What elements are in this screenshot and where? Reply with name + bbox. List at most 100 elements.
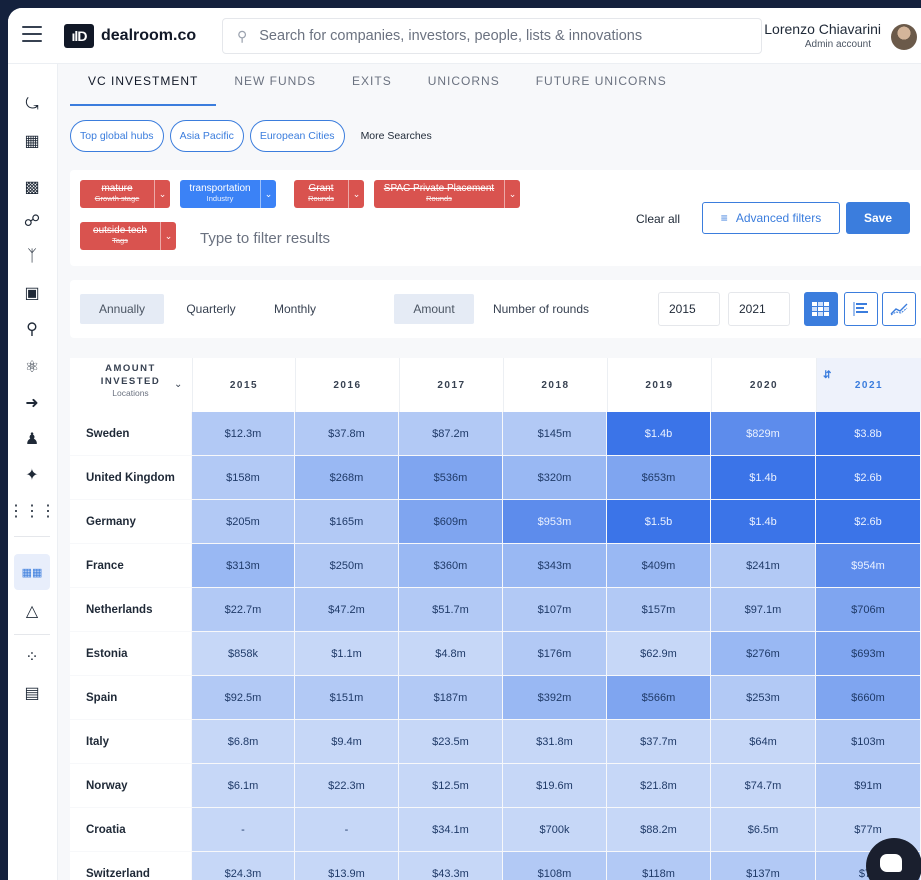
measure-amount[interactable]: Amount bbox=[394, 294, 474, 324]
heatmap-cell[interactable]: $250m bbox=[295, 544, 398, 587]
column-header-2021[interactable]: ⇵ 2021 bbox=[816, 358, 921, 412]
heatmap-cell[interactable]: $409m bbox=[607, 544, 710, 587]
heatmap-cell[interactable]: $693m bbox=[816, 632, 920, 675]
heatmap-cell[interactable]: $24.3m bbox=[192, 852, 294, 880]
location-name[interactable]: United Kingdom bbox=[70, 456, 191, 499]
heatmap-cell[interactable]: $97.1m bbox=[711, 588, 815, 631]
chevron-down-icon[interactable]: ⌄ bbox=[160, 222, 176, 250]
heatmap-cell[interactable]: $12.3m bbox=[192, 412, 294, 455]
heatmap-cell[interactable]: $34.1m bbox=[399, 808, 502, 851]
network-icon[interactable]: ⁘ bbox=[21, 646, 43, 668]
heatmap-cell[interactable]: $118m bbox=[607, 852, 710, 880]
year-to-select[interactable]: 2021 bbox=[728, 292, 790, 326]
heatmap-cell[interactable]: $12.5m bbox=[399, 764, 502, 807]
heatmap-cell[interactable]: $31.8m bbox=[503, 720, 606, 763]
line-view-button[interactable] bbox=[882, 292, 916, 326]
heatmap-cell[interactable]: $1.4b bbox=[711, 500, 815, 543]
heatmap-cell[interactable]: $108m bbox=[503, 852, 606, 880]
heatmap-cell[interactable]: $954m bbox=[816, 544, 920, 587]
logo[interactable]: ılD dealroom.co bbox=[64, 24, 196, 48]
heatmap-cell[interactable]: $43.3m bbox=[399, 852, 502, 880]
filter-chip[interactable]: transportation Industry ⌄ bbox=[180, 180, 276, 208]
heatmap-cell[interactable]: $829m bbox=[711, 412, 815, 455]
heatmap-cell[interactable]: $1.1m bbox=[295, 632, 398, 675]
investor-icon[interactable]: ☍ bbox=[21, 210, 43, 232]
heatmap-cell[interactable]: $23.5m bbox=[399, 720, 502, 763]
heatmap-cell[interactable]: $103m bbox=[816, 720, 920, 763]
filter-chip[interactable]: mature Growth stage ⌄ bbox=[80, 180, 170, 208]
heatmap-cell[interactable]: $313m bbox=[192, 544, 294, 587]
advanced-filters-button[interactable]: ≡ Advanced filters bbox=[702, 202, 840, 234]
heatmap-cell[interactable]: $91m bbox=[816, 764, 920, 807]
tab-vc-investment[interactable]: VC INVESTMENT bbox=[70, 64, 217, 106]
heatmap-cell[interactable]: $51.7m bbox=[399, 588, 502, 631]
saved-search-pill[interactable]: Asia Pacific bbox=[169, 120, 244, 152]
heatmap-cell[interactable]: $21.8m bbox=[607, 764, 710, 807]
heatmap-cell[interactable]: $157m bbox=[607, 588, 710, 631]
heatmap-cell[interactable]: $74.7m bbox=[711, 764, 815, 807]
satellite-icon[interactable]: ✦ bbox=[21, 464, 43, 486]
heatmap-cell[interactable]: $343m bbox=[503, 544, 606, 587]
column-header-2015[interactable]: 2015 bbox=[192, 358, 295, 412]
heatmap-cell[interactable]: $137m bbox=[711, 852, 815, 880]
heatmap-cell[interactable]: $706m bbox=[816, 588, 920, 631]
location-name[interactable]: Netherlands bbox=[70, 588, 191, 631]
chevron-down-icon[interactable]: ⌄ bbox=[154, 180, 170, 208]
heatmap-cell[interactable]: $1.5b bbox=[607, 500, 710, 543]
location-name[interactable]: Germany bbox=[70, 500, 191, 543]
heatmap-cell[interactable]: $187m bbox=[399, 676, 502, 719]
book-icon[interactable]: ▦ bbox=[21, 130, 43, 152]
location-name[interactable]: Italy bbox=[70, 720, 191, 763]
heatmap-cell[interactable]: $241m bbox=[711, 544, 815, 587]
heatmap-cell[interactable]: $151m bbox=[295, 676, 398, 719]
heatmap-cell[interactable]: $176m bbox=[503, 632, 606, 675]
tab-future-unicorns[interactable]: FUTURE UNICORNS bbox=[518, 64, 685, 106]
heatmap-cell[interactable]: $609m bbox=[399, 500, 502, 543]
heatmap-cell[interactable]: $107m bbox=[503, 588, 606, 631]
wallet-icon[interactable]: ▣ bbox=[21, 282, 43, 304]
avatar[interactable] bbox=[891, 24, 917, 50]
heatmap-cell[interactable]: $13.9m bbox=[295, 852, 398, 880]
heatmap-cell[interactable]: $37.8m bbox=[295, 412, 398, 455]
heatmap-cell[interactable]: $653m bbox=[607, 456, 710, 499]
column-header-2018[interactable]: 2018 bbox=[503, 358, 607, 412]
heatmap-cell[interactable]: $6.8m bbox=[192, 720, 294, 763]
column-header-2016[interactable]: 2016 bbox=[295, 358, 399, 412]
saved-search-pill[interactable]: European Cities bbox=[249, 120, 345, 152]
heatmap-nav-icon[interactable]: ▦▦ bbox=[14, 554, 50, 590]
heatmap-view-button[interactable] bbox=[804, 292, 838, 326]
clear-all-button[interactable]: Clear all bbox=[636, 212, 680, 226]
heatmap-cell[interactable]: $6.5m bbox=[711, 808, 815, 851]
person-walking-icon[interactable]: ᛉ bbox=[21, 246, 43, 268]
more-searches-link[interactable]: More Searches bbox=[361, 130, 432, 142]
filter-input[interactable]: Type to filter results bbox=[200, 230, 330, 247]
search-box[interactable]: ⚲ bbox=[222, 18, 762, 54]
tab-unicorns[interactable]: UNICORNS bbox=[410, 64, 518, 106]
period-quarterly[interactable]: Quarterly bbox=[174, 294, 248, 324]
heatmap-cell[interactable]: $253m bbox=[711, 676, 815, 719]
location-name[interactable]: Norway bbox=[70, 764, 191, 807]
heatmap-cell[interactable]: $660m bbox=[816, 676, 920, 719]
user-info[interactable]: Lorenzo Chiavarini Admin account bbox=[764, 21, 881, 50]
column-header-2017[interactable]: 2017 bbox=[399, 358, 503, 412]
heatmap-cell[interactable]: $92.5m bbox=[192, 676, 294, 719]
heatmap-cell[interactable]: $62.9m bbox=[607, 632, 710, 675]
column-header-amount-invested[interactable]: AMOUNT INVESTED Locations bbox=[70, 362, 191, 398]
heatmap-cell[interactable]: $700k bbox=[503, 808, 606, 851]
people-icon[interactable]: ♟ bbox=[21, 428, 43, 450]
exit-icon[interactable]: ➜ bbox=[21, 392, 43, 414]
saved-search-pill[interactable]: Top global hubs bbox=[70, 120, 164, 152]
hierarchy-icon[interactable]: △ bbox=[21, 600, 43, 622]
heatmap-cell[interactable]: $37.7m bbox=[607, 720, 710, 763]
grid-dots-icon[interactable]: ⋮⋮⋮ bbox=[8, 500, 56, 522]
heatmap-cell[interactable]: $1.4b bbox=[711, 456, 815, 499]
heatmap-cell[interactable]: $360m bbox=[399, 544, 502, 587]
heatmap-cell[interactable]: $47.2m bbox=[295, 588, 398, 631]
chevron-down-icon[interactable]: ⌄ bbox=[174, 379, 182, 390]
chat-button[interactable] bbox=[866, 838, 921, 880]
tab-new-funds[interactable]: NEW FUNDS bbox=[216, 64, 334, 106]
chevron-down-icon[interactable]: ⌄ bbox=[260, 180, 276, 208]
column-header-2020[interactable]: 2020 bbox=[711, 358, 816, 412]
filter-chip[interactable]: Grant Rounds ⌄ bbox=[294, 180, 364, 208]
heatmap-cell[interactable]: $22.3m bbox=[295, 764, 398, 807]
